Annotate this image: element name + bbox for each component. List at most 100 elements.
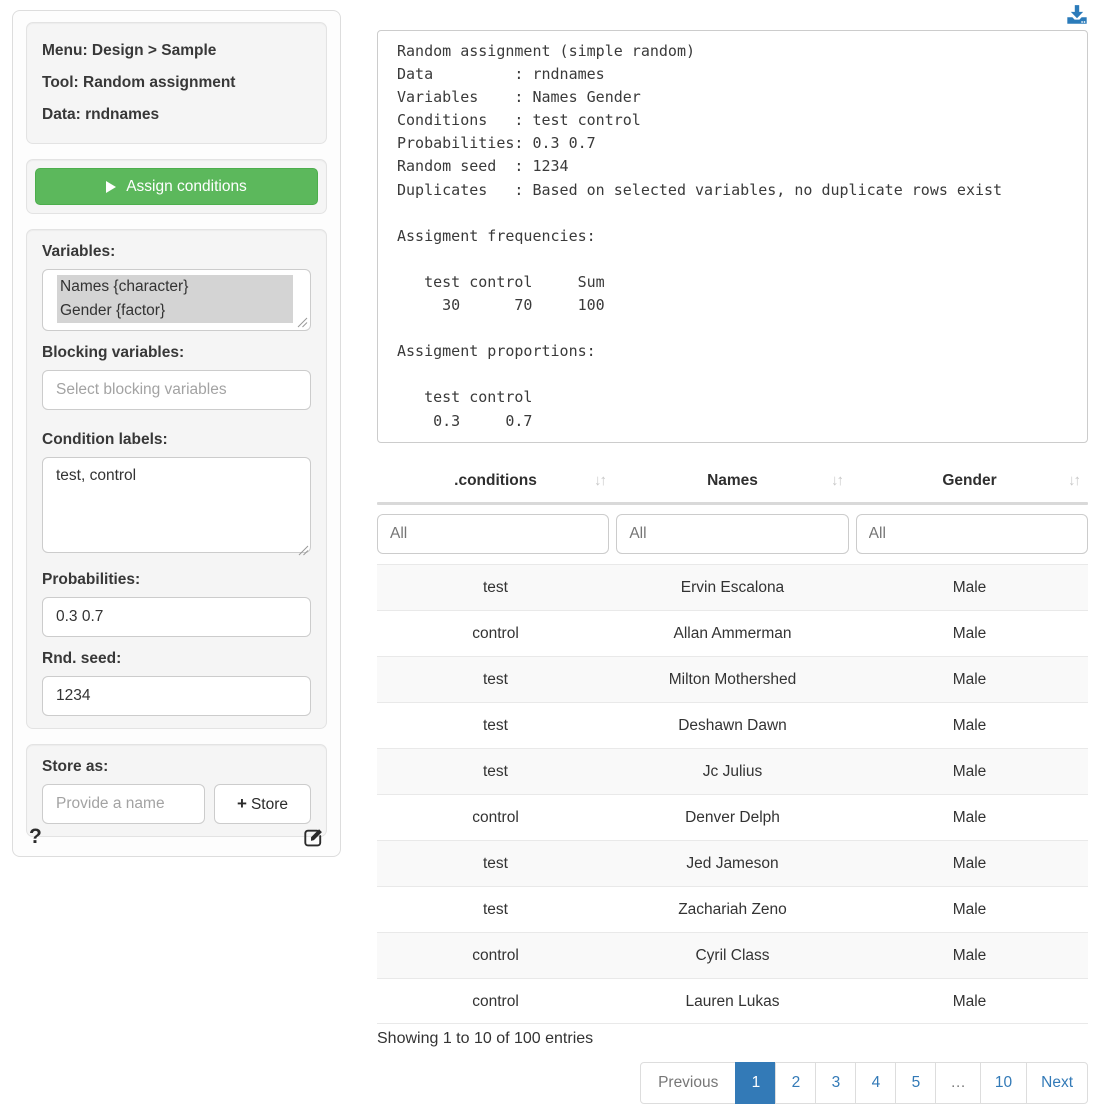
column-header-gender[interactable]: Gender ↓↑ [851,460,1088,502]
table-cell: Jed Jameson [614,841,851,886]
column-header-names[interactable]: Names ↓↑ [614,460,851,502]
resize-handle-icon[interactable] [297,317,308,328]
page-previous[interactable]: Previous [640,1062,736,1104]
condition-labels-label: Condition labels: [42,431,311,449]
help-icon[interactable]: ? [29,825,42,849]
filter-input-gender[interactable] [856,514,1088,554]
table-row[interactable]: testJc JuliusMale [377,748,1088,794]
filter-input-names[interactable] [616,514,848,554]
column-header-conditions[interactable]: .conditions ↓↑ [377,460,614,502]
filter-cell [856,514,1088,554]
radiant-app: Menu: Design > Sample Tool: Random assig… [0,0,1096,1108]
blocking-variables-input[interactable] [42,370,311,410]
blocking-variables-label: Blocking variables: [42,344,311,362]
column-header-label: Names [707,472,758,489]
page-3[interactable]: 3 [815,1062,856,1104]
table-cell: Lauren Lukas [614,979,851,1023]
dataset-name: Data: rndnames [42,99,311,131]
options-panel: Variables: Names {character}Gender {fact… [26,229,327,729]
table-cell: Male [851,841,1088,886]
condition-labels-wrap: test, control [42,457,311,558]
page-1[interactable]: 1 [735,1062,776,1104]
filter-input-conditions[interactable] [377,514,609,554]
table-header-row: .conditions ↓↑ Names ↓↑ Gender ↓↑ [377,460,1088,502]
page-4[interactable]: 4 [855,1062,896,1104]
table-cell: test [377,703,614,748]
filter-cell [377,514,609,554]
filter-cell [616,514,848,554]
play-icon [106,181,116,193]
column-header-label: .conditions [454,472,537,489]
table-cell: Denver Delph [614,795,851,840]
table-cell: test [377,657,614,702]
table-cell: Male [851,565,1088,610]
table-row[interactable]: controlDenver DelphMale [377,794,1088,840]
column-header-label: Gender [942,472,996,489]
table-cell: Male [851,657,1088,702]
table-cell: Male [851,611,1088,656]
table-cell: test [377,749,614,794]
sort-icon[interactable]: ↓↑ [831,460,842,502]
tool-info-panel: Menu: Design > Sample Tool: Random assig… [26,22,327,144]
table-row[interactable]: controlAllan AmmermanMale [377,610,1088,656]
store-button-label: Store [251,796,288,813]
table-row[interactable]: testErvin EscalonaMale [377,564,1088,610]
download-icon[interactable] [1066,4,1088,26]
table-cell: control [377,933,614,978]
table-cell: Allan Ammerman [614,611,851,656]
variables-select[interactable]: Names {character}Gender {factor} [42,269,311,331]
variable-option[interactable]: Gender {factor} [57,299,293,323]
table-row[interactable]: controlLauren LukasMale [377,978,1088,1024]
table-cell: control [377,611,614,656]
table-cell: Ervin Escalona [614,565,851,610]
table-cell: Male [851,979,1088,1023]
table-row[interactable]: controlCyril ClassMale [377,932,1088,978]
table-row[interactable]: testDeshawn DawnMale [377,702,1088,748]
menu-breadcrumb: Menu: Design > Sample [42,35,311,67]
seed-input[interactable] [42,676,311,716]
table-cell: Male [851,749,1088,794]
variable-option[interactable]: Names {character} [57,275,293,299]
sort-icon[interactable]: ↓↑ [594,460,605,502]
table-cell: test [377,565,614,610]
store-name-input[interactable] [42,784,205,824]
edit-report-icon[interactable] [303,827,324,848]
page-2[interactable]: 2 [775,1062,816,1104]
page-next[interactable]: Next [1026,1062,1088,1104]
table-row[interactable]: testJed JamesonMale [377,840,1088,886]
probabilities-label: Probabilities: [42,571,311,589]
table-body: testErvin EscalonaMalecontrolAllan Ammer… [377,564,1088,1024]
assign-conditions-label: Assign conditions [126,178,247,196]
tool-name: Tool: Random assignment [42,67,311,99]
table-cell: Male [851,795,1088,840]
sidebar: Menu: Design > Sample Tool: Random assig… [12,10,341,857]
table-cell: Male [851,887,1088,932]
sidebar-footer: ? [29,825,324,849]
store-button[interactable]: +Store [214,784,311,824]
table-cell: Milton Mothershed [614,657,851,702]
table-row[interactable]: testZachariah ZenoMale [377,886,1088,932]
table-cell: Zachariah Zeno [614,887,851,932]
data-table: .conditions ↓↑ Names ↓↑ Gender ↓↑ [377,460,1088,1024]
table-cell: control [377,795,614,840]
table-cell: Cyril Class [614,933,851,978]
table-row[interactable]: testMilton MothershedMale [377,656,1088,702]
store-panel: Store as: +Store [26,744,327,837]
table-entries-info: Showing 1 to 10 of 100 entries [377,1030,593,1048]
sort-icon[interactable]: ↓↑ [1068,460,1079,502]
probabilities-input[interactable] [42,597,311,637]
page-ellipsis[interactable]: … [935,1062,981,1104]
resize-handle-icon[interactable] [298,545,309,556]
table-filter-row [377,505,1088,564]
page-10[interactable]: 10 [980,1062,1027,1104]
table-cell: test [377,887,614,932]
table-cell: Jc Julius [614,749,851,794]
assign-conditions-button[interactable]: Assign conditions [35,168,318,205]
condition-labels-textarea[interactable]: test, control [42,457,311,553]
assignment-output: Random assignment (simple random) Data :… [377,30,1088,443]
table-cell: control [377,979,614,1023]
page-5[interactable]: 5 [895,1062,936,1104]
variables-label: Variables: [42,243,311,261]
pagination: Previous12345…10Next [640,1062,1088,1104]
store-as-label: Store as: [42,758,311,776]
